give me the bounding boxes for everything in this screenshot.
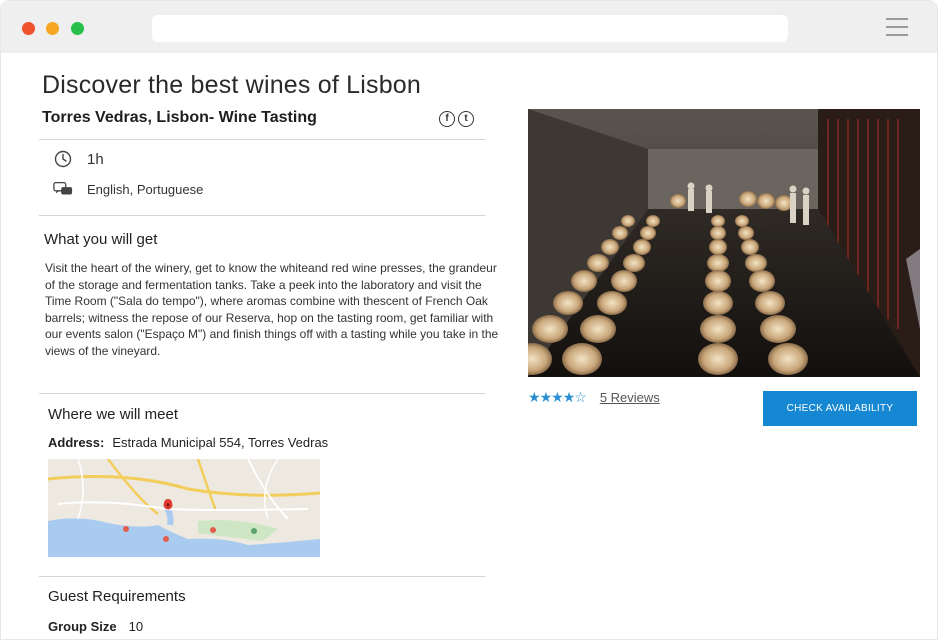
what-you-get-heading: What you will get [44,231,158,248]
twitter-icon[interactable]: t [458,111,474,127]
social-share: f t [439,111,474,127]
tour-subtitle: Torres Vedras, Lisbon- Wine Tasting [42,109,317,126]
chat-bubbles-icon [53,179,73,199]
star-filled-icon: ★ [551,389,564,405]
what-you-get-description: Visit the heart of the winery, get to kn… [45,261,499,358]
hamburger-menu-icon[interactable] [886,18,908,36]
star-filled-icon: ★ [539,389,553,405]
page-content: Discover the best wines of Lisbon Torres… [1,53,937,639]
duration-value: 1h [87,150,104,168]
group-size-label: Group Size [48,619,117,634]
group-size-value: 10 [128,619,144,634]
meet-heading: Where we will meet [48,406,179,423]
languages-value: English, Portuguese [87,181,204,197]
divider [39,215,485,216]
star-empty-icon: ☆ [574,389,587,405]
address-value: Estrada Municipal 554, Torres Vedras [112,435,329,450]
minimize-window-button[interactable] [46,22,59,35]
browser-window: Discover the best wines of Lisbon Torres… [0,0,938,640]
address-label: Address: [48,435,105,450]
address-line: Address: Estrada Municipal 554, Torres Ve… [48,435,328,450]
clock-icon [53,149,73,169]
divider [39,393,485,394]
check-availability-button[interactable]: CHECK AVAILABILITY [763,391,917,426]
page-title: Discover the best wines of Lisbon [42,71,422,99]
duration-row: 1h [53,149,104,169]
maximize-window-button[interactable] [71,22,84,35]
browser-titlebar [1,1,937,53]
star-filled-icon: ★ [562,389,576,405]
star-rating: ★★★★☆ [528,389,587,406]
facebook-icon[interactable]: f [439,111,455,127]
divider [39,139,485,140]
reviews-link[interactable]: 5 Reviews [600,390,660,405]
star-filled-icon: ★ [528,389,541,405]
guest-requirements-heading: Guest Requirements [48,588,186,605]
winery-cellar-photo [528,109,920,377]
location-map[interactable] [48,459,320,557]
close-window-button[interactable] [22,22,35,35]
group-size-line: Group Size 10 [48,619,143,634]
rating-row: ★★★★☆ 5 Reviews [528,389,660,406]
divider [39,576,485,577]
address-bar[interactable] [152,15,788,42]
languages-row: English, Portuguese [53,179,203,199]
